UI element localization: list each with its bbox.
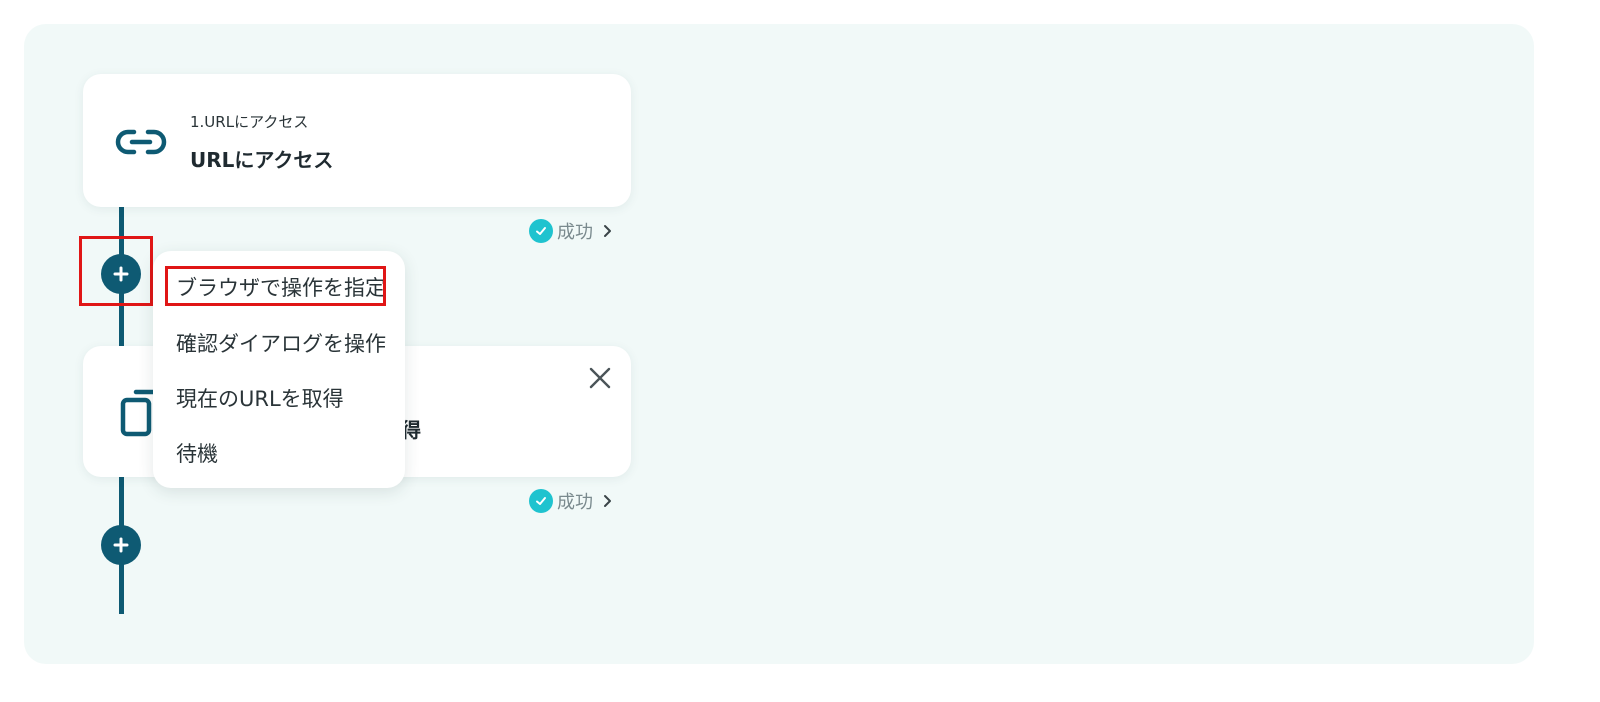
check-icon <box>529 489 553 513</box>
plus-icon <box>113 537 129 553</box>
highlight-frame <box>165 266 386 306</box>
step-card-url-access[interactable]: 1.URLにアクセス URLにアクセス <box>83 74 631 207</box>
add-step-button[interactable] <box>101 525 141 565</box>
step-status-success[interactable]: 成功 <box>529 218 613 244</box>
highlight-frame <box>79 236 153 306</box>
check-icon <box>529 219 553 243</box>
menu-item-get-current-url[interactable]: 現在のURLを取得 <box>176 383 344 413</box>
step-index-label: 1.URLにアクセス <box>190 113 309 131</box>
step-status-success[interactable]: 成功 <box>529 488 613 514</box>
link-icon <box>115 129 167 155</box>
status-label: 成功 <box>557 222 593 243</box>
close-icon[interactable] <box>585 363 615 393</box>
chevron-right-icon <box>604 495 611 507</box>
menu-item-wait[interactable]: 待機 <box>176 438 218 468</box>
status-label: 成功 <box>557 492 593 513</box>
menu-item-confirm-dialog[interactable]: 確認ダイアログを操作 <box>176 328 386 358</box>
step-title: URLにアクセス <box>190 148 334 172</box>
chevron-right-icon <box>604 225 611 237</box>
